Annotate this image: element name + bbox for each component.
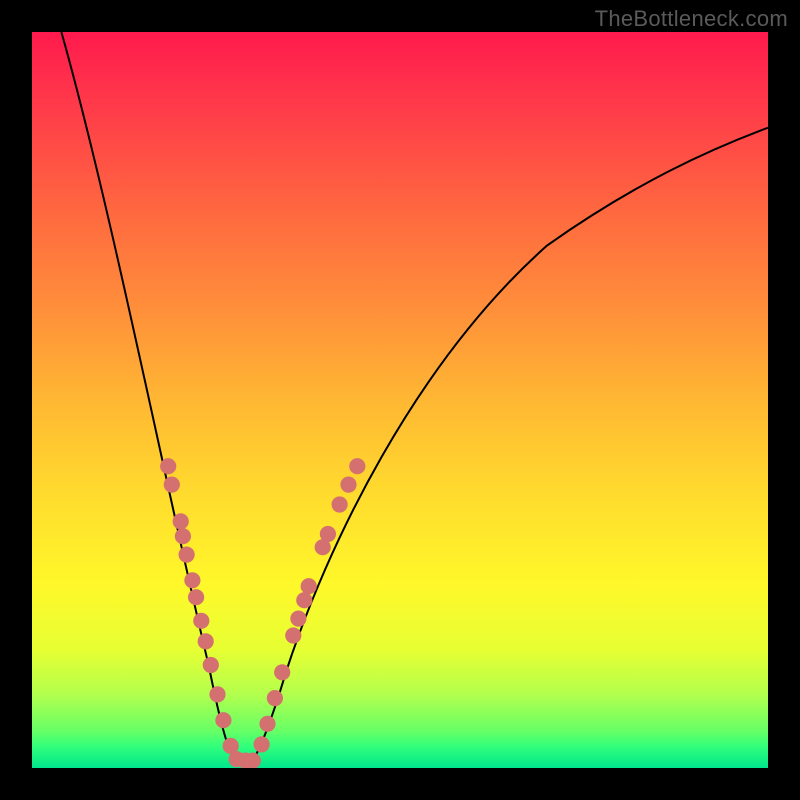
marker-left <box>184 572 200 588</box>
marker-right <box>332 496 348 512</box>
plot-area <box>32 32 768 768</box>
marker-left <box>160 458 176 474</box>
marker-bottom <box>245 753 261 769</box>
left-curve <box>61 32 252 761</box>
marker-left <box>198 633 214 649</box>
watermark-label: TheBottleneck.com <box>595 6 788 32</box>
marker-left <box>215 712 231 728</box>
marker-left <box>179 547 195 563</box>
marker-right <box>349 458 365 474</box>
marker-left <box>209 686 225 702</box>
marker-right <box>274 664 290 680</box>
marker-left <box>193 613 209 629</box>
marker-right <box>340 477 356 493</box>
marker-left <box>175 528 191 544</box>
marker-left <box>164 477 180 493</box>
marker-left <box>188 589 204 605</box>
marker-right <box>301 578 317 594</box>
chart-frame: TheBottleneck.com <box>0 0 800 800</box>
curve-layer <box>32 32 768 768</box>
marker-right <box>296 592 312 608</box>
marker-right <box>259 716 275 732</box>
marker-left <box>173 513 189 529</box>
marker-left <box>203 657 219 673</box>
marker-right <box>254 736 270 752</box>
right-curve <box>253 128 768 761</box>
marker-right <box>290 611 306 627</box>
marker-right <box>320 526 336 542</box>
marker-right <box>285 627 301 643</box>
marker-right <box>267 690 283 706</box>
data-markers <box>160 458 365 768</box>
